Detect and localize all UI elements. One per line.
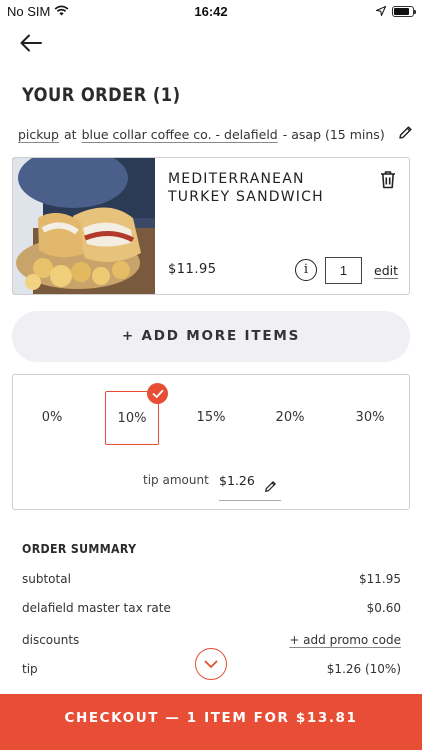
tip-option-30[interactable]: 30% (343, 391, 397, 445)
tip-amount-value: $1.26 (219, 473, 255, 488)
pickup-info: pickup at blue collar coffee co. - delaf… (18, 125, 413, 143)
summary-value: $11.95 (359, 572, 401, 586)
item-name: MEDITERRANEAN TURKEY SANDWICH (168, 171, 324, 205)
battery-fill (394, 8, 409, 15)
checkout-button[interactable]: CHECKOUT — 1 ITEM FOR $13.81 (0, 694, 422, 750)
selected-check-icon (147, 383, 168, 404)
edit-item-link[interactable]: edit (374, 263, 398, 278)
status-right (374, 4, 416, 19)
status-bar: No SIM 16:42 (0, 0, 422, 22)
summary-label: subtotal (22, 572, 71, 586)
scroll-down-button[interactable] (195, 648, 227, 680)
tip-amount-field[interactable]: $1.26 (219, 467, 281, 501)
summary-label: tip (22, 662, 38, 676)
summary-value: $0.60 (366, 601, 401, 615)
edit-tip-pencil-icon[interactable] (264, 475, 277, 503)
chevron-down-icon (204, 660, 218, 668)
add-promo-code-link[interactable]: + add promo code (289, 633, 401, 647)
summary-label: discounts (22, 633, 80, 647)
pickup-location-link[interactable]: blue collar coffee co. - delafield (82, 127, 278, 142)
delete-item-trash-icon[interactable] (379, 170, 397, 193)
back-arrow-icon (20, 34, 42, 52)
item-price: $11.95 (168, 262, 217, 277)
pickup-at-label: at (64, 126, 77, 142)
info-icon[interactable]: i (295, 259, 317, 281)
tip-selector: 0% 10% 15% 20% 30% tip amount $1.26 (12, 374, 410, 510)
cart-item-card: MEDITERRANEAN TURKEY SANDWICH $11.95 i 1… (12, 157, 410, 295)
tip-option-15[interactable]: 15% (184, 391, 238, 445)
status-time: 16:42 (194, 4, 228, 19)
back-button[interactable] (18, 32, 44, 54)
location-arrow-icon (374, 4, 387, 19)
edit-pickup-pencil-icon[interactable] (398, 125, 413, 143)
summary-value: $1.26 (10%) (326, 662, 401, 676)
tip-option-0[interactable]: 0% (25, 391, 79, 445)
tip-option-20[interactable]: 20% (263, 391, 317, 445)
summary-label: delafield master tax rate (22, 601, 171, 615)
order-summary-title: ORDER SUMMARY (22, 541, 137, 556)
pickup-timing: - asap (15 mins) (282, 126, 385, 142)
tip-amount-label: tip amount (143, 473, 209, 487)
pickup-mode-link[interactable]: pickup (18, 127, 59, 142)
quantity-input[interactable]: 1 (325, 257, 362, 284)
page-title: YOUR ORDER (1) (22, 84, 181, 106)
battery-icon (392, 6, 416, 17)
item-photo (13, 158, 155, 294)
add-more-items-button[interactable]: + ADD MORE ITEMS (12, 311, 410, 362)
